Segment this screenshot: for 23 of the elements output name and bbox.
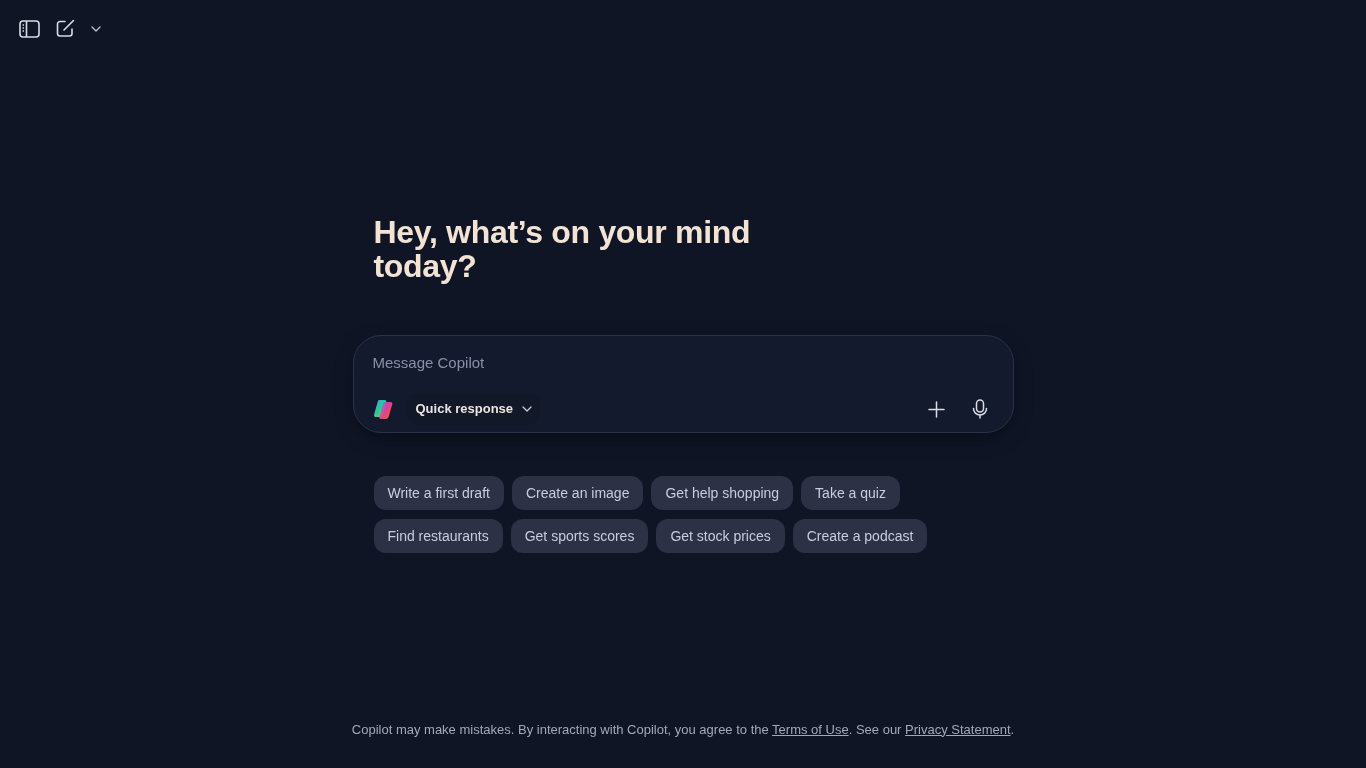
message-input[interactable]: Message Copilot	[372, 350, 995, 374]
new-chat-button[interactable]	[55, 18, 75, 39]
suggestion-chip[interactable]: Write a first draft	[373, 476, 504, 510]
plus-icon	[928, 400, 945, 418]
chevron-down-icon	[91, 25, 101, 32]
chevron-down-icon	[522, 406, 533, 412]
sidebar-icon	[18, 19, 40, 38]
suggestion-chip[interactable]: Find restaurants	[373, 519, 503, 553]
copilot-logo-icon	[372, 398, 394, 420]
microphone-icon	[971, 399, 988, 419]
response-mode-button[interactable]: Quick response	[405, 393, 541, 425]
disclaimer-text: Copilot may make mistakes. By interacting with Copilot, you agree to the Terms of Use. See our Privacy Statement.	[351, 720, 1015, 739]
suggestion-chip[interactable]: Create an image	[511, 476, 644, 510]
sidebar-toggle-button[interactable]	[18, 18, 40, 39]
footer-link[interactable]: Terms of Use	[772, 721, 849, 737]
suggestion-chip[interactable]: Get sports scores	[510, 519, 649, 553]
footer-link[interactable]: Privacy Statement	[905, 721, 1011, 737]
suggestion-chip[interactable]: Create a podcast	[792, 519, 928, 553]
greeting-heading: Hey, what’s on your mind today?	[373, 215, 752, 283]
suggestion-chip[interactable]: Get stock prices	[656, 519, 785, 553]
edit-icon	[55, 19, 75, 38]
suggestion-chip[interactable]: Take a quiz	[801, 476, 900, 510]
suggestion-chip[interactable]: Get help shopping	[651, 476, 794, 510]
